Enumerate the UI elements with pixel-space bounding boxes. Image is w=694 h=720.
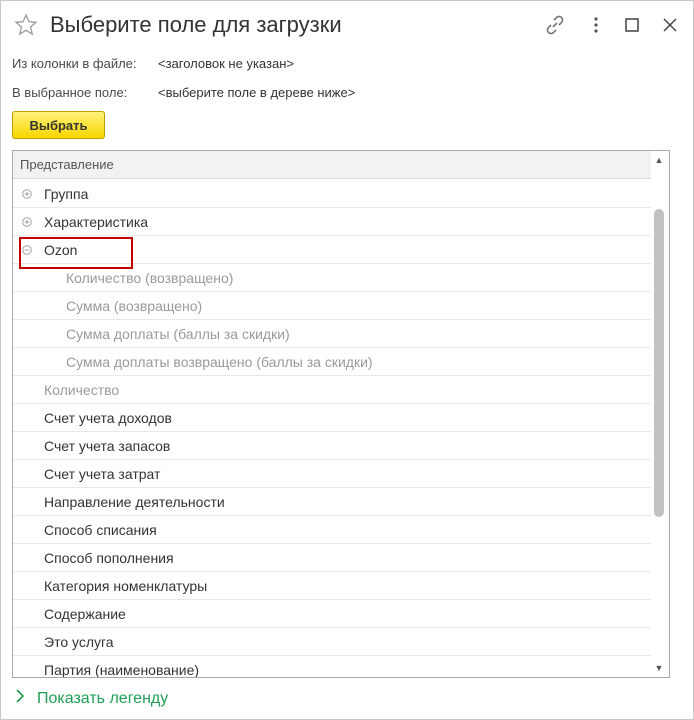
tree-row-label: Содержание (44, 606, 126, 622)
tree-row[interactable]: Способ списания (13, 516, 651, 544)
target-field-row: В выбранное поле: <выберите поле в дерев… (12, 85, 355, 100)
tree-row-label: Ozon (44, 242, 78, 258)
tree-row[interactable]: Сумма (возвращено) (13, 292, 651, 320)
target-field-value: <выберите поле в дереве ниже> (158, 85, 356, 100)
tree-row[interactable]: Это услуга (13, 628, 651, 656)
tree-row[interactable]: Группа (13, 180, 651, 208)
tree-column-header[interactable]: Представление (13, 151, 651, 179)
tree-row-label: Способ пополнения (44, 550, 174, 566)
chevron-right-icon (15, 689, 29, 708)
tree-row[interactable]: Счет учета затрат (13, 460, 651, 488)
scroll-thumb[interactable] (654, 209, 664, 517)
source-column-value: <заголовок не указан> (158, 56, 294, 71)
tree-row-label: Это услуга (44, 634, 114, 650)
source-column-label: Из колонки в файле: (12, 56, 137, 71)
tree-row[interactable]: Ozon (13, 236, 651, 264)
tree-row[interactable]: Счет учета доходов (13, 404, 651, 432)
tree-row[interactable]: Количество (возвращено) (13, 264, 651, 292)
tree-row-label: Количество (44, 382, 120, 398)
collapse-minus-icon[interactable] (22, 245, 32, 255)
tree-row-label: Характеристика (44, 214, 149, 230)
select-button[interactable]: Выбрать (12, 111, 105, 139)
show-legend-label: Показать легенду (37, 690, 169, 707)
tree-row[interactable]: Способ пополнения (13, 544, 651, 572)
tree-row-label: Категория номенклатуры (44, 578, 208, 594)
tree-row[interactable]: Партия (наименование) (13, 656, 651, 678)
tree-row-label: Группа (44, 186, 89, 202)
tree-row[interactable]: Сумма доплаты (баллы за скидки) (13, 320, 651, 348)
expand-plus-icon[interactable] (22, 217, 32, 227)
show-legend-link[interactable]: Показать легенду (15, 689, 168, 708)
tree-body: Группа Характеристика Ozon Количество (возв… (13, 180, 651, 678)
scroll-down-arrow-icon[interactable]: ▼ (650, 659, 668, 677)
tree-row[interactable]: Сумма доплаты возвращено (баллы за скидк… (13, 348, 651, 376)
tree-row-label: Сумма (возвращено) (66, 298, 203, 314)
close-icon[interactable] (658, 13, 682, 37)
star-icon[interactable] (14, 13, 38, 37)
tree-row-label: Сумма доплаты возвращено (баллы за скидк… (66, 354, 373, 370)
more-vertical-icon[interactable] (584, 13, 608, 37)
tree-row-label: Способ списания (44, 522, 157, 538)
target-field-label: В выбранное поле: (12, 85, 128, 100)
link-icon[interactable] (543, 13, 567, 37)
dialog-window: Выберите поле для загрузки Из колонки в … (0, 0, 694, 720)
maximize-icon[interactable] (620, 13, 644, 37)
tree-row[interactable]: Направление деятельности (13, 488, 651, 516)
scroll-up-arrow-icon[interactable]: ▲ (650, 151, 668, 169)
expand-plus-icon[interactable] (22, 189, 32, 199)
tree-row-label: Счет учета доходов (44, 410, 172, 426)
tree-row[interactable]: Количество (13, 376, 651, 404)
title-bar: Выберите поле для загрузки (1, 1, 693, 49)
tree-scrollbar[interactable]: ▲ ▼ (650, 151, 668, 677)
tree-row-label: Счет учета запасов (44, 438, 171, 454)
tree-row-label: Счет учета затрат (44, 466, 161, 482)
tree-row[interactable]: Счет учета запасов (13, 432, 651, 460)
fields-tree: Представление Группа Характеристика Ozon Ко… (12, 150, 670, 678)
tree-row[interactable]: Категория номенклатуры (13, 572, 651, 600)
tree-row[interactable]: Содержание (13, 600, 651, 628)
tree-row-label: Партия (наименование) (44, 662, 200, 678)
tree-row-label: Количество (возвращено) (66, 270, 234, 286)
dialog-title: Выберите поле для загрузки (50, 12, 342, 37)
tree-row[interactable]: Характеристика (13, 208, 651, 236)
tree-row-label: Направление деятельности (44, 494, 225, 510)
tree-row-label: Сумма доплаты (баллы за скидки) (66, 326, 290, 342)
source-column-row: Из колонки в файле: <заголовок не указан… (12, 56, 294, 71)
